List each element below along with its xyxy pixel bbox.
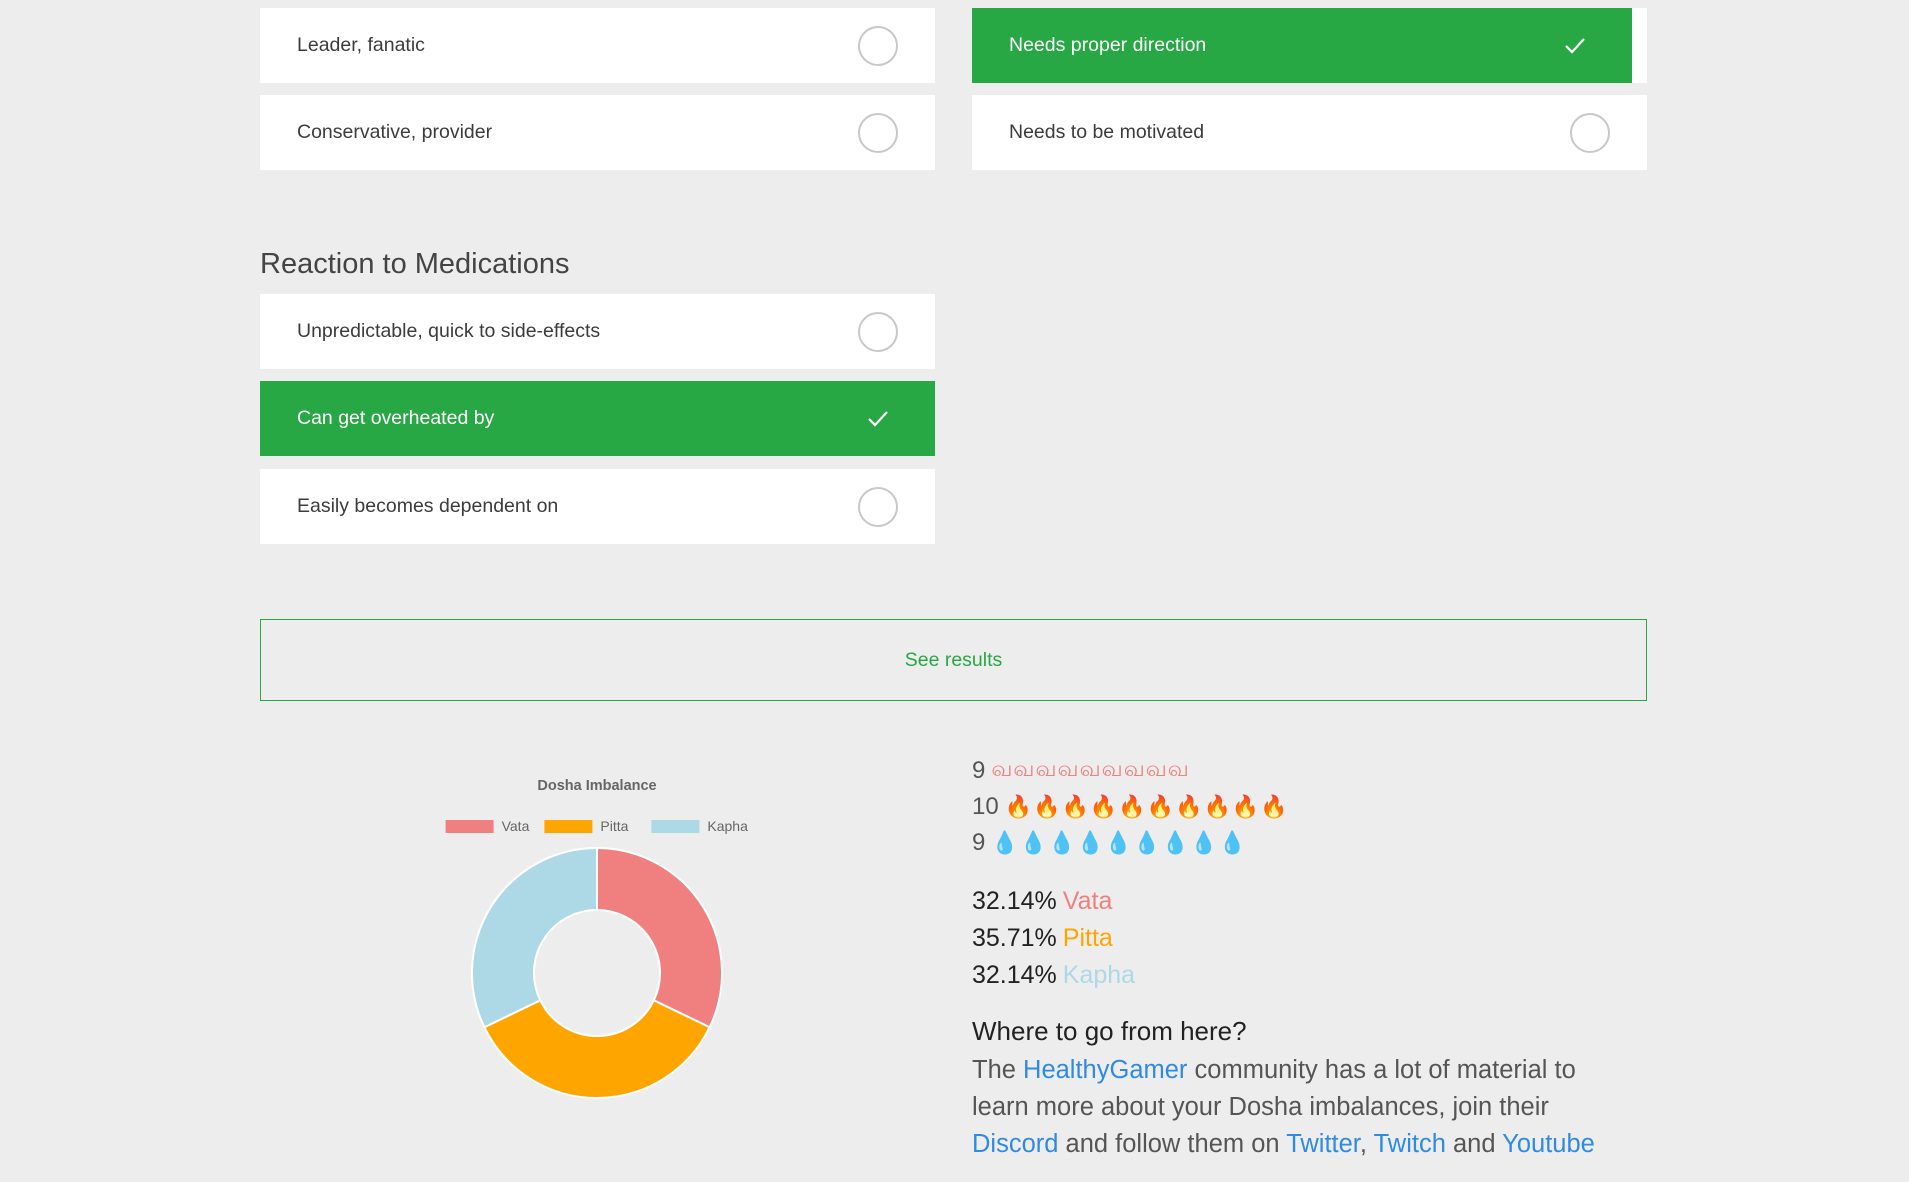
radio-icon [858, 25, 898, 66]
tally-vata: 9 வவவவவவவவவ [972, 756, 1190, 785]
chart-legend: Vata Pitta Kapha [445, 818, 748, 834]
option-label: Leader, fanatic [297, 34, 425, 56]
dosha-name: Kapha [1062, 961, 1136, 989]
dosha-name: Pitta [1062, 924, 1113, 952]
radio-icon [858, 311, 898, 352]
twitter-link[interactable]: Twitter [1286, 1130, 1360, 1158]
radio-icon [1570, 112, 1610, 153]
option-conservative-provider[interactable]: Conservative, provider [260, 95, 935, 170]
text: and follow them on [1058, 1130, 1287, 1158]
text: The [972, 1056, 1024, 1084]
pct-pitta: 35.71% Pitta [972, 924, 1113, 953]
legend-label-vata: Vata [502, 818, 530, 834]
tally-count: 10 [972, 793, 999, 820]
twitch-link[interactable]: Twitch [1374, 1130, 1446, 1158]
check-icon [1555, 26, 1595, 66]
text: , [1359, 1130, 1374, 1158]
pct-value: 32.14% [972, 887, 1057, 915]
pct-vata: 32.14% Vata [972, 887, 1112, 916]
dosha-chart: Dosha Imbalance Vata Pitta Kapha [445, 778, 748, 1099]
section-title-medications: Reaction to Medications [260, 248, 570, 280]
radio-icon [858, 486, 898, 527]
tally-count: 9 [972, 756, 986, 784]
option-edge [1632, 8, 1647, 83]
tally-pitta: 10 🔥🔥🔥🔥🔥🔥🔥🔥🔥🔥 [972, 793, 1289, 821]
legend-swatch-kapha[interactable] [651, 820, 700, 833]
option-overheated[interactable]: Can get overheated by [260, 381, 935, 456]
slice-vata[interactable] [596, 846, 723, 1029]
pct-kapha: 32.14% Kapha [972, 961, 1135, 990]
youtube-link[interactable]: Youtube [1502, 1130, 1595, 1158]
legend-swatch-pitta[interactable] [544, 820, 593, 833]
wind-icon: வவவவவவவவவ [991, 756, 1190, 781]
pct-value: 35.71% [972, 924, 1057, 952]
option-unpredictable[interactable]: Unpredictable, quick to side-effects [260, 294, 935, 369]
option-label: Needs to be motivated [1009, 121, 1205, 143]
chart-title: Dosha Imbalance [537, 778, 656, 794]
option-label: Can get overheated by [297, 407, 495, 429]
tally-count: 9 [972, 829, 986, 856]
option-label: Conservative, provider [297, 121, 493, 143]
healthygamer-link[interactable]: HealthyGamer [1023, 1056, 1187, 1084]
option-label: Easily becomes dependent on [297, 495, 559, 517]
droplet-icon: 💧💧💧💧💧💧💧💧💧 [991, 830, 1247, 855]
option-leader-fanatic[interactable]: Leader, fanatic [260, 8, 935, 83]
see-results-button[interactable]: See results [260, 619, 1647, 701]
pct-value: 32.14% [972, 961, 1057, 989]
text: and [1445, 1130, 1503, 1158]
tally-kapha: 9 💧💧💧💧💧💧💧💧💧 [972, 829, 1247, 857]
slice-kapha[interactable] [471, 846, 598, 1029]
check-icon [858, 399, 898, 439]
where-title: Where to go from here? [972, 1016, 1247, 1046]
dosha-name: Vata [1062, 887, 1113, 915]
radio-icon [858, 112, 898, 153]
legend-label-pitta: Pitta [600, 818, 628, 834]
option-needs-proper-direction[interactable]: Needs proper direction [972, 8, 1632, 83]
fire-icon: 🔥🔥🔥🔥🔥🔥🔥🔥🔥🔥 [1004, 794, 1289, 819]
legend-swatch-vata[interactable] [445, 820, 494, 833]
chart-slices [471, 846, 723, 1099]
option-dependent[interactable]: Easily becomes dependent on [260, 469, 935, 544]
legend-label-kapha: Kapha [707, 818, 748, 834]
discord-link[interactable]: Discord [972, 1130, 1058, 1158]
where-body: The HealthyGamer community has a lot of … [972, 1052, 1612, 1163]
option-label: Needs proper direction [1009, 34, 1207, 56]
option-label: Unpredictable, quick to side-effects [297, 320, 601, 342]
slice-pitta[interactable] [483, 999, 711, 1099]
option-needs-to-be-motivated[interactable]: Needs to be motivated [972, 95, 1647, 170]
